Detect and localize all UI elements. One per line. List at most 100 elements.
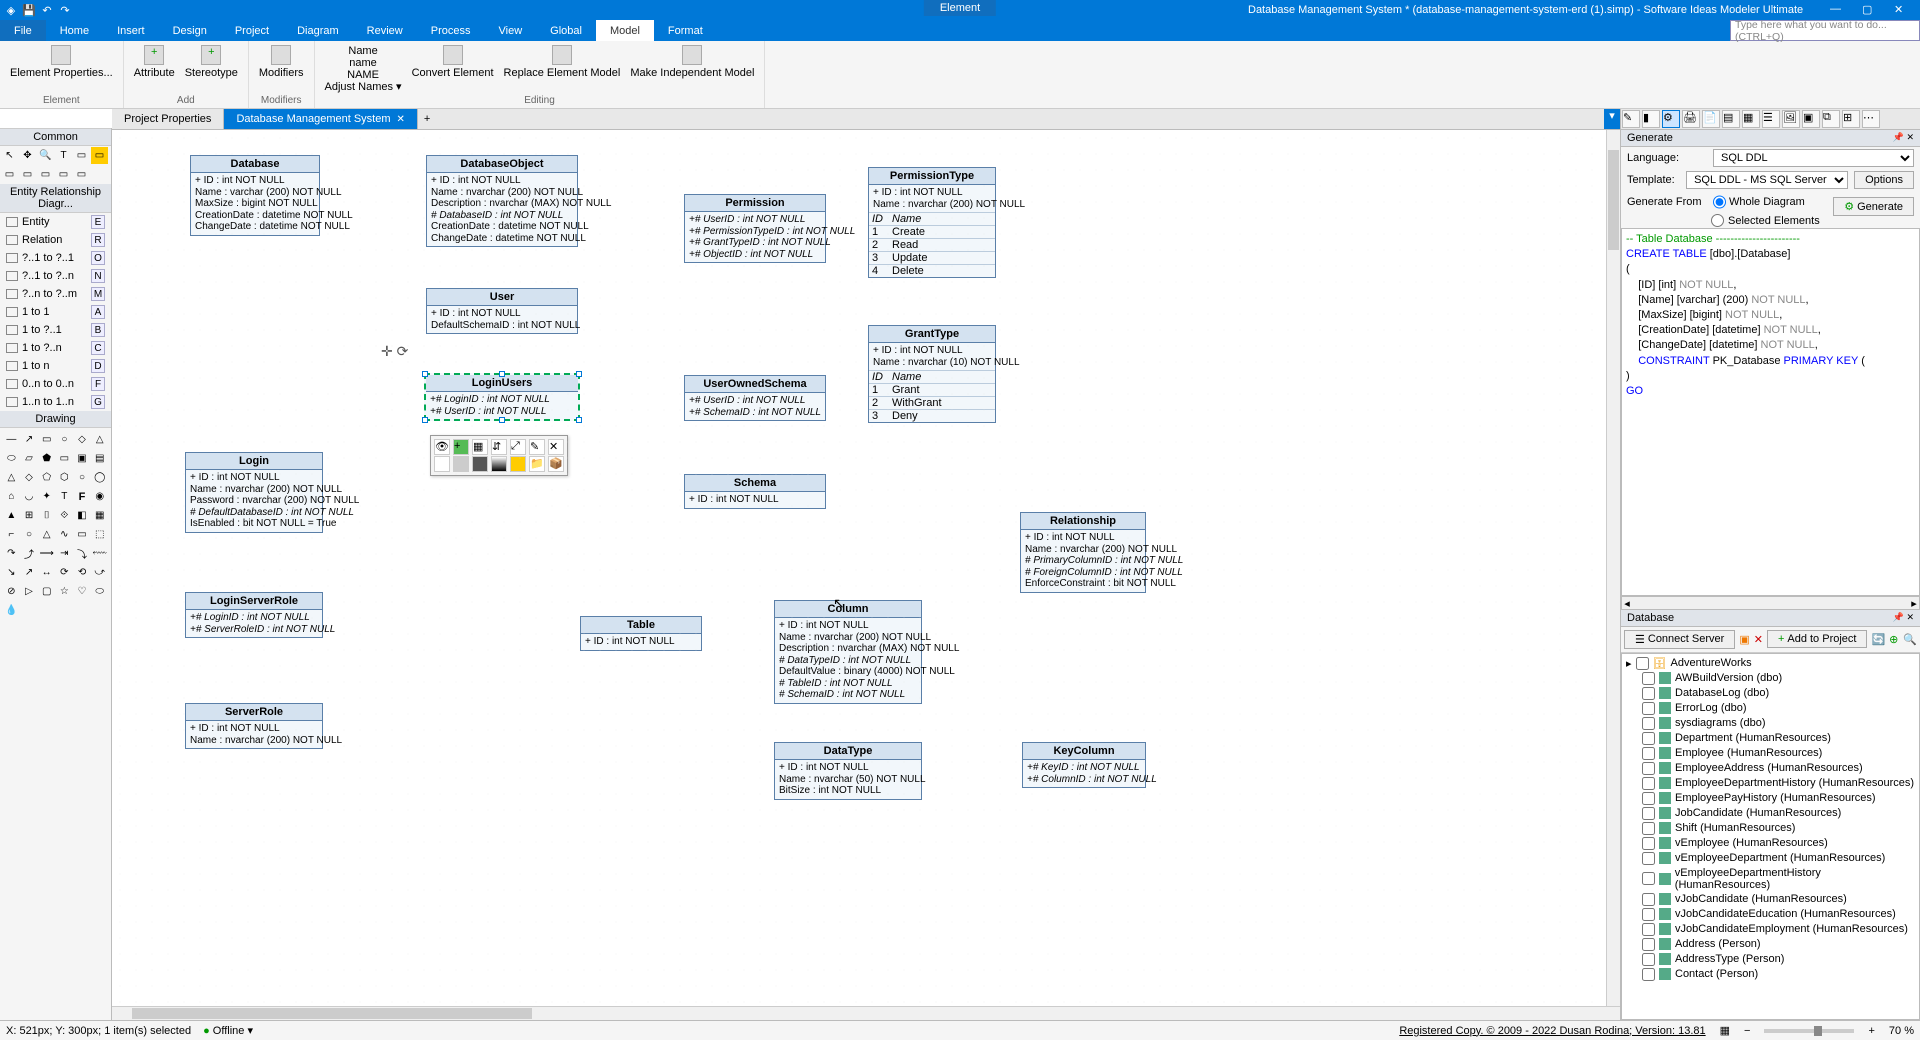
- tree-item[interactable]: EmployeeAddress (HumanResources): [1624, 761, 1917, 776]
- tree-item[interactable]: ErrorLog (dbo): [1624, 701, 1917, 716]
- drawing-row[interactable]: ⊘▷▢☆♡⬭: [2, 582, 109, 601]
- tree-item[interactable]: vEmployee (HumanResources): [1624, 836, 1917, 851]
- refresh-icon[interactable]: 🔄: [1871, 633, 1885, 646]
- tree-item[interactable]: EmployeePayHistory (HumanResources): [1624, 791, 1917, 806]
- tree-checkbox[interactable]: [1642, 732, 1655, 745]
- tree-checkbox[interactable]: [1642, 953, 1655, 966]
- entity-column[interactable]: Column + ID : int NOT NULLName : nvarcha…: [774, 600, 922, 704]
- menu-design[interactable]: Design: [159, 20, 221, 41]
- tree-checkbox[interactable]: [1642, 893, 1655, 906]
- database-tree[interactable]: ▸ 🗄 AdventureWorks AWBuildVersion (dbo) …: [1621, 653, 1920, 1021]
- tree-checkbox[interactable]: [1642, 908, 1655, 921]
- zoom-slider[interactable]: [1764, 1029, 1854, 1033]
- attribute-button[interactable]: +Attribute: [130, 43, 179, 81]
- drawing-row[interactable]: ↷⤴⟶⇥⤵⬳: [2, 544, 109, 563]
- eye-icon[interactable]: 👁: [434, 439, 450, 455]
- tab-diagram[interactable]: Database Management System ✕: [224, 109, 417, 129]
- tree-checkbox[interactable]: [1642, 702, 1655, 715]
- entity-keycolumn[interactable]: KeyColumn +# KeyID : int NOT NULL+# Colu…: [1022, 742, 1146, 788]
- tool-icon[interactable]: ⋯: [1862, 110, 1880, 128]
- close-icon[interactable]: ✕: [1894, 3, 1908, 17]
- save-icon[interactable]: 💾: [22, 3, 36, 17]
- tree-item[interactable]: JobCandidate (HumanResources): [1624, 806, 1917, 821]
- toolbox-item[interactable]: 1 to ?..1B: [0, 321, 111, 339]
- tree-checkbox[interactable]: [1642, 822, 1655, 835]
- menu-review[interactable]: Review: [353, 20, 417, 41]
- menu-project[interactable]: Project: [221, 20, 283, 41]
- redo-icon[interactable]: ↷: [58, 3, 72, 17]
- minimize-icon[interactable]: —: [1830, 3, 1844, 17]
- drawing-row[interactable]: —↗▭○◇△: [2, 430, 109, 449]
- tree-item[interactable]: EmployeeDepartmentHistory (HumanResource…: [1624, 776, 1917, 791]
- toolbox-item[interactable]: 1 to nD: [0, 357, 111, 375]
- zoom-level[interactable]: 70 %: [1889, 1025, 1914, 1037]
- drawing-row[interactable]: ⬭▱⬟▭▣▤: [2, 449, 109, 468]
- entity-userownedschema[interactable]: UserOwnedSchema +# UserID : int NOT NULL…: [684, 375, 826, 421]
- folder-icon[interactable]: 📁: [529, 456, 545, 472]
- tree-item[interactable]: Employee (HumanResources): [1624, 746, 1917, 761]
- entity-databaseobject[interactable]: DatabaseObject + ID : int NOT NULLName :…: [426, 155, 578, 247]
- tab-project-properties[interactable]: Project Properties: [112, 109, 224, 129]
- color-dark[interactable]: [472, 456, 488, 472]
- tab-close-icon[interactable]: ✕: [397, 114, 405, 125]
- entity-datatype[interactable]: DataType + ID : int NOT NULLName : nvarc…: [774, 742, 922, 800]
- tool-icon[interactable]: ▤: [1722, 110, 1740, 128]
- menu-diagram[interactable]: Diagram: [283, 20, 353, 41]
- toolbox-item[interactable]: 1..n to 1..nG: [0, 393, 111, 411]
- search-icon[interactable]: 🔍: [1903, 633, 1917, 646]
- color-gray[interactable]: [453, 456, 469, 472]
- tab-add-button[interactable]: +: [418, 109, 436, 129]
- tree-item[interactable]: DatabaseLog (dbo): [1624, 686, 1917, 701]
- menu-file[interactable]: File: [0, 20, 46, 41]
- menu-process[interactable]: Process: [417, 20, 485, 41]
- tree-checkbox[interactable]: [1642, 672, 1655, 685]
- tree-checkbox[interactable]: [1642, 777, 1655, 790]
- replace-element-model-button[interactable]: Replace Element Model: [500, 43, 625, 81]
- zoom-out-icon[interactable]: −: [1744, 1025, 1750, 1037]
- add-icon[interactable]: ⊕: [1889, 633, 1898, 646]
- drawing-row[interactable]: △◇⬠⬡○◯: [2, 468, 109, 487]
- drawing-row[interactable]: ⌂◡✦TF◉: [2, 487, 109, 506]
- menu-global[interactable]: Global: [536, 20, 596, 41]
- db-icon[interactable]: ▣: [1739, 633, 1749, 646]
- tool-icon[interactable]: ✎: [1622, 110, 1640, 128]
- tree-checkbox[interactable]: [1642, 747, 1655, 760]
- connect-server-button[interactable]: ☰ Connect Server: [1624, 630, 1735, 649]
- menu-view[interactable]: View: [485, 20, 537, 41]
- tree-item[interactable]: vEmployeeDepartmentHistory (HumanResourc…: [1624, 866, 1917, 892]
- drawing-row[interactable]: ⌐○△∿▭⬚: [2, 525, 109, 544]
- disconnect-icon[interactable]: ✕: [1754, 633, 1763, 646]
- tree-item[interactable]: Department (HumanResources): [1624, 731, 1917, 746]
- package-icon[interactable]: 📦: [548, 456, 564, 472]
- menu-format[interactable]: Format: [654, 20, 717, 41]
- tree-item[interactable]: Shift (HumanResources): [1624, 821, 1917, 836]
- tool-icon[interactable]: ▦: [1742, 110, 1760, 128]
- radio-whole-diagram[interactable]: [1713, 193, 1726, 211]
- maximize-icon[interactable]: ▢: [1862, 3, 1876, 17]
- tree-checkbox[interactable]: [1642, 923, 1655, 936]
- tree-checkbox[interactable]: [1642, 807, 1655, 820]
- template-select[interactable]: SQL DDL - MS SQL Server: [1686, 171, 1848, 189]
- radio-selected-elements[interactable]: [1711, 214, 1724, 227]
- horizontal-scrollbar[interactable]: [112, 1006, 1620, 1020]
- resize-icon[interactable]: ⤢: [510, 439, 526, 455]
- tree-item[interactable]: AWBuildVersion (dbo): [1624, 671, 1917, 686]
- modifiers-button[interactable]: Modifiers: [255, 43, 308, 81]
- tool-icon[interactable]: ⊞: [1842, 110, 1860, 128]
- common-tools-row2[interactable]: ▭▭▭▭▭: [0, 165, 111, 184]
- tool-icon[interactable]: ▣: [1802, 110, 1820, 128]
- hier-icon[interactable]: ⇵: [491, 439, 507, 455]
- color-yellow[interactable]: [510, 456, 526, 472]
- entity-login[interactable]: Login + ID : int NOT NULLName : nvarchar…: [185, 452, 323, 533]
- tool-icon[interactable]: ⧉: [1822, 110, 1840, 128]
- entity-loginserverrole[interactable]: LoginServerRole +# LoginID : int NOT NUL…: [185, 592, 323, 638]
- code-hscroll[interactable]: ◂▸: [1621, 596, 1920, 610]
- generate-button[interactable]: ⚙Generate: [1833, 197, 1914, 216]
- pin-icon[interactable]: 📌 ✕: [1893, 612, 1914, 624]
- tree-checkbox[interactable]: [1642, 837, 1655, 850]
- entity-granttype[interactable]: GrantType + ID : int NOT NULLName : nvar…: [868, 325, 996, 423]
- convert-element-button[interactable]: Convert Element: [408, 43, 498, 81]
- layout-icon[interactable]: ▦: [472, 439, 488, 455]
- entity-relationship[interactable]: Relationship + ID : int NOT NULLName : n…: [1020, 512, 1146, 593]
- tree-checkbox[interactable]: [1642, 687, 1655, 700]
